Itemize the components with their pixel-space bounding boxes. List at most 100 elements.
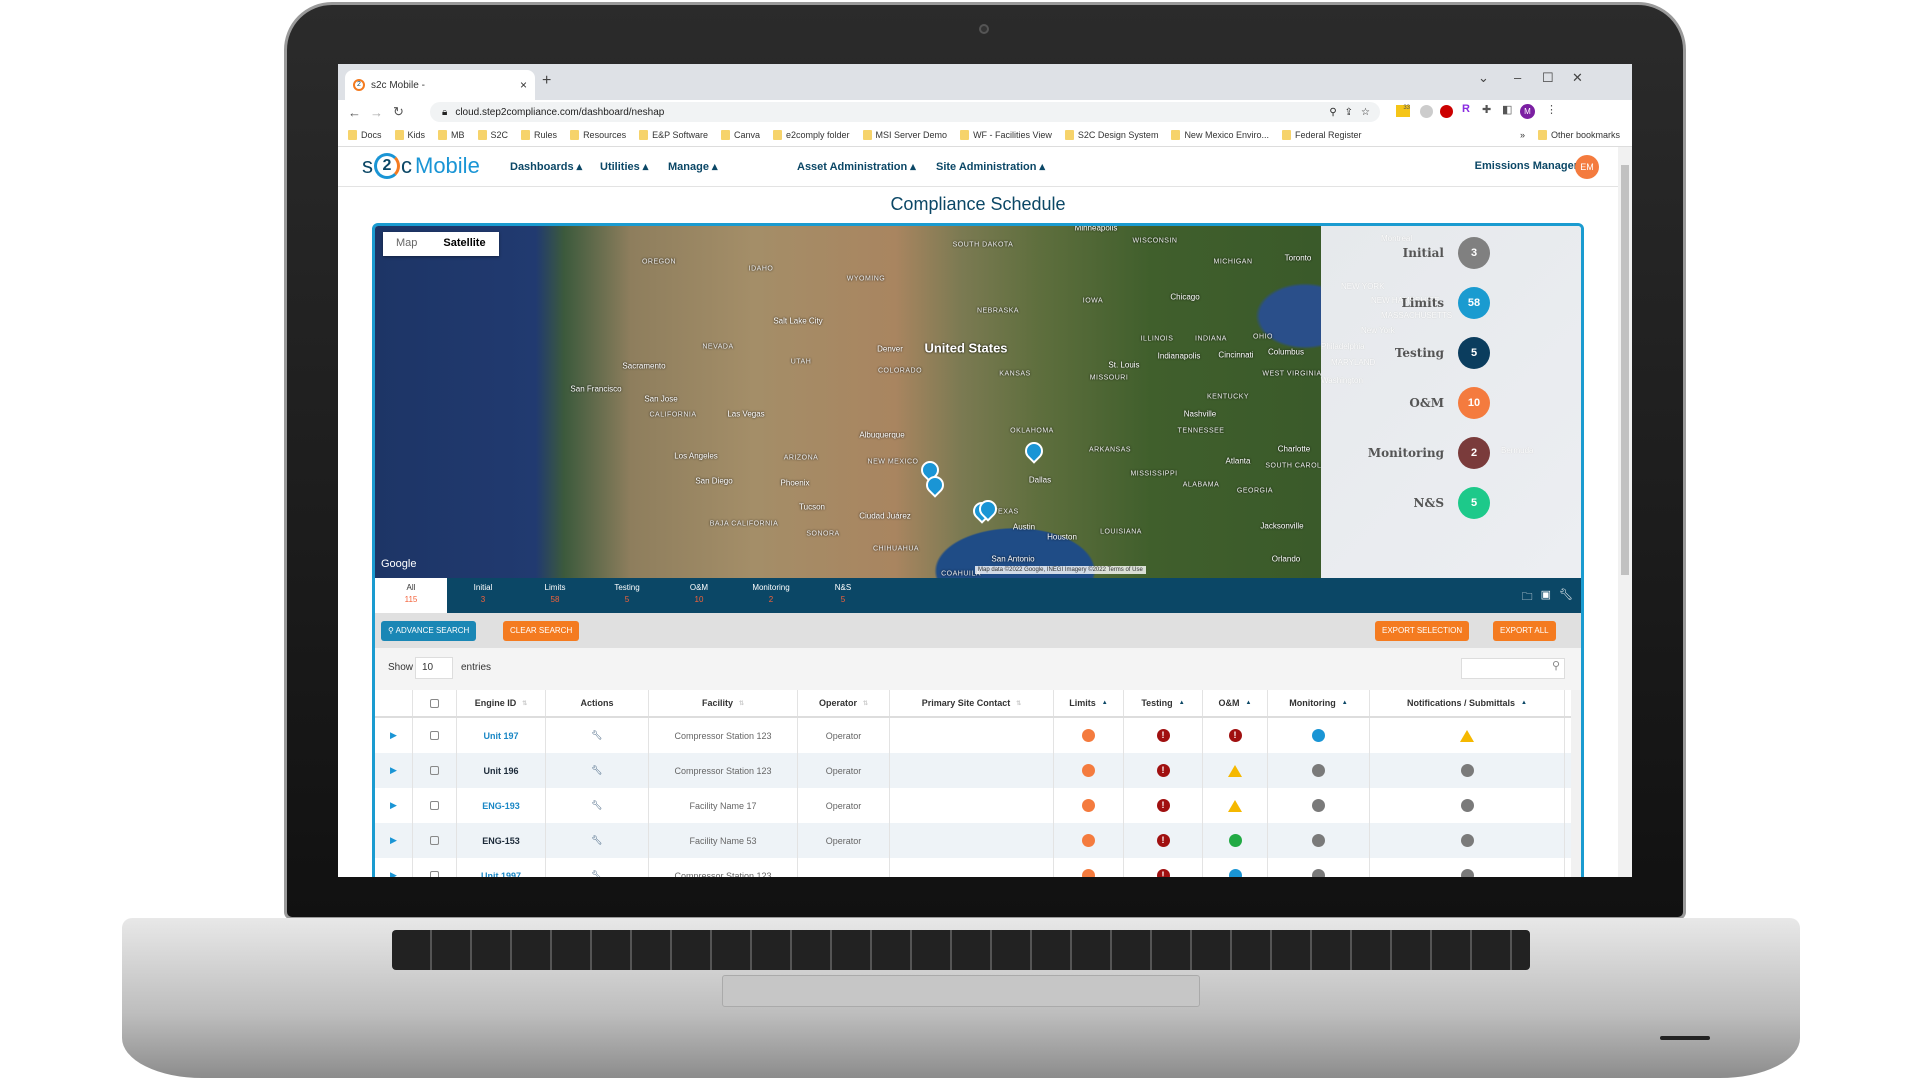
sort-asc-icon[interactable]: ▲ <box>1179 700 1185 706</box>
filter-tab-initial[interactable]: Initial 3 <box>447 578 519 613</box>
bookmark-item[interactable]: Resources <box>570 130 626 140</box>
zoom-icon[interactable]: ⚲ <box>1329 107 1336 118</box>
map-type-map[interactable]: Map <box>383 232 430 256</box>
side-panel-icon[interactable]: ◧ <box>1502 103 1512 116</box>
save-icon[interactable]: ▣ <box>1541 588 1551 607</box>
back-icon[interactable]: ← <box>348 105 361 120</box>
reload-icon[interactable]: ↻ <box>393 104 404 120</box>
bookmark-item[interactable]: MB <box>438 130 465 140</box>
expand-row-icon[interactable]: ▶ <box>390 835 397 846</box>
table-row[interactable]: ▶ ENG-153 🔧︎ Facility Name 53 Operator! <box>375 823 1571 858</box>
column-header[interactable]: Testing ▲ <box>1124 690 1203 716</box>
forward-icon[interactable]: → <box>370 105 383 120</box>
sort-icon[interactable]: ⇅ <box>522 700 527 707</box>
row-checkbox[interactable] <box>430 731 439 740</box>
extension-icon[interactable] <box>1420 105 1433 118</box>
wrench-action-icon[interactable]: 🔧︎ <box>591 870 602 877</box>
sort-icon[interactable]: ⇅ <box>739 700 744 707</box>
new-tab-button[interactable]: + <box>542 72 551 90</box>
column-header[interactable]: Notifications / Submittals ▲ <box>1370 690 1565 716</box>
column-header[interactable]: Actions <box>546 690 649 716</box>
bookmark-item[interactable]: MSI Server Demo <box>862 130 947 140</box>
bookmark-item[interactable]: S2C <box>477 130 508 140</box>
facility-marker-icon[interactable] <box>1025 442 1039 462</box>
bookmarks-overflow-button[interactable]: » <box>1520 130 1525 140</box>
row-checkbox[interactable] <box>430 766 439 775</box>
expand-row-icon[interactable]: ▶ <box>390 765 397 776</box>
url-field[interactable]: 🔒︎ cloud.step2compliance.com/dashboard/n… <box>430 102 1380 122</box>
export-all-button[interactable]: EXPORT ALL <box>1493 621 1556 641</box>
extensions-puzzle-icon[interactable]: ✚ <box>1482 103 1491 116</box>
column-header[interactable]: Facility ⇅ <box>649 690 798 716</box>
browser-tab[interactable]: 2 s2c Mobile - × <box>345 70 535 100</box>
legend-count-badge[interactable]: 5 <box>1458 487 1490 519</box>
filter-tab-om[interactable]: O&M 10 <box>663 578 735 613</box>
wrench-action-icon[interactable]: 🔧︎ <box>591 730 602 741</box>
legend-count-badge[interactable]: 58 <box>1458 287 1490 319</box>
bookmark-item[interactable]: Docs <box>348 130 382 140</box>
map-attribution[interactable]: Map data ©2022 Google, INEGI Imagery ©20… <box>975 566 1146 574</box>
column-header[interactable]: Primary Site Contact ⇅ <box>890 690 1054 716</box>
nav-site-administration[interactable]: Site Administration ▴ <box>936 160 1045 173</box>
page-scrollbar[interactable] <box>1618 147 1632 877</box>
nav-utilities[interactable]: Utilities ▴ <box>600 160 648 173</box>
satellite-map[interactable]: Minneapolis OREGON IDAHO WYOMING SOUTH DAKOT… <box>375 226 1321 578</box>
r-extension-icon[interactable]: R <box>1462 103 1470 115</box>
engine-id-link[interactable]: Unit 197 <box>483 731 518 741</box>
table-row[interactable]: ▶ ENG-193 🔧︎ Facility Name 17 Operator! <box>375 788 1571 823</box>
minimize-button[interactable]: – <box>1514 70 1521 85</box>
bookmark-item[interactable]: New Mexico Enviro... <box>1171 130 1269 140</box>
bookmark-item[interactable]: E&P Software <box>639 130 708 140</box>
menu-kebab-icon[interactable]: ⋮ <box>1546 103 1557 116</box>
legend-count-badge[interactable]: 10 <box>1458 387 1490 419</box>
table-row[interactable]: ▶ Unit 1997 🔧︎ Compressor Station 123! <box>375 858 1571 877</box>
profile-avatar[interactable]: M <box>1520 104 1535 119</box>
scrollbar-thumb[interactable] <box>1621 165 1629 575</box>
expand-row-icon[interactable]: ▶ <box>390 800 397 811</box>
share-icon[interactable]: ⇪ <box>1345 107 1353 118</box>
user-avatar[interactable]: EM <box>1575 155 1599 179</box>
wrench-action-icon[interactable]: 🔧︎ <box>591 835 602 846</box>
row-checkbox[interactable] <box>430 836 439 845</box>
column-header[interactable]: Monitoring ▲ <box>1268 690 1370 716</box>
other-bookmarks[interactable]: Other bookmarks <box>1537 130 1620 140</box>
sort-icon[interactable]: ⇅ <box>1016 700 1021 707</box>
map-type-satellite[interactable]: Satellite <box>430 232 498 256</box>
wrench-action-icon[interactable]: 🔧︎ <box>591 800 602 811</box>
table-row[interactable]: ▶ Unit 197 🔧︎ Compressor Station 123 Operato… <box>375 718 1571 753</box>
nav-asset-administration[interactable]: Asset Administration ▴ <box>797 160 916 173</box>
bookmark-item[interactable]: Kids <box>394 130 425 140</box>
expand-row-icon[interactable]: ▶ <box>390 870 397 877</box>
bookmark-item[interactable]: Federal Register <box>1281 130 1362 140</box>
clear-search-button[interactable]: CLEAR SEARCH <box>503 621 580 641</box>
sort-asc-icon[interactable]: ▲ <box>1102 700 1108 706</box>
folder-icon[interactable]: 🗀︎ <box>1522 588 1533 607</box>
bookmark-item[interactable]: Canva <box>720 130 760 140</box>
column-header[interactable]: O&M ▲ <box>1203 690 1268 716</box>
maximize-button[interactable]: ☐ <box>1542 70 1554 86</box>
user-name[interactable]: Emissions Manager <box>1475 160 1578 172</box>
select-all-checkbox[interactable] <box>430 698 439 708</box>
engine-id-link[interactable]: ENG-193 <box>482 801 520 811</box>
column-header[interactable]: Operator ⇅ <box>798 690 890 716</box>
table-search-input[interactable]: ⚲ <box>1461 658 1565 679</box>
export-selection-button[interactable]: EXPORT SELECTION <box>1375 621 1470 641</box>
sort-icon[interactable]: ⇅ <box>863 700 868 707</box>
filter-tab-ns[interactable]: N&S 5 <box>807 578 879 613</box>
nav-dashboards[interactable]: Dashboards ▴ <box>510 160 582 173</box>
legend-count-badge[interactable]: 3 <box>1458 237 1490 269</box>
sort-asc-icon[interactable]: ▲ <box>1342 700 1348 706</box>
bookmark-item[interactable]: Rules <box>521 130 557 140</box>
advance-search-button[interactable]: ⚲ ADVANCE SEARCH <box>381 621 477 641</box>
legend-count-badge[interactable]: 2 <box>1458 437 1490 469</box>
filter-tab-monitoring[interactable]: Monitoring 2 <box>735 578 807 613</box>
column-header[interactable]: Engine ID ⇅ <box>457 690 546 716</box>
extension-badge-icon[interactable]: 33 <box>1396 105 1410 117</box>
sort-asc-icon[interactable]: ▲ <box>1246 700 1252 706</box>
acrobat-extension-icon[interactable] <box>1440 105 1453 118</box>
s2c-mobile-logo[interactable]: s 2 c Mobile <box>362 153 480 179</box>
expand-row-icon[interactable]: ▶ <box>390 730 397 741</box>
wrench-icon[interactable]: 🔧︎ <box>1559 588 1573 607</box>
bookmark-item[interactable]: S2C Design System <box>1064 130 1158 140</box>
table-scrollbar[interactable] <box>1571 690 1581 877</box>
